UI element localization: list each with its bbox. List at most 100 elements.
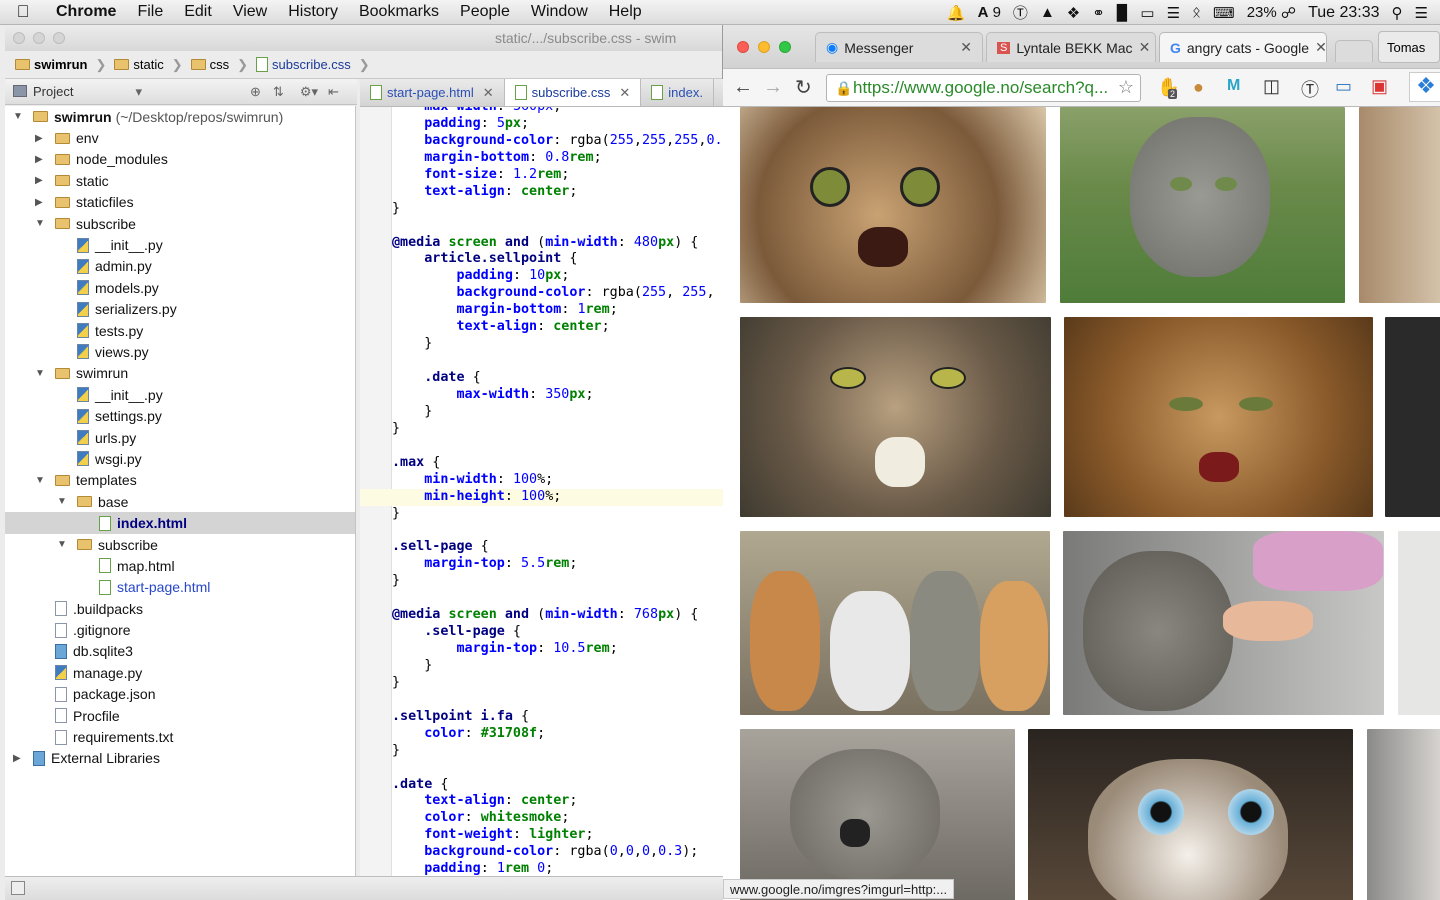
tab-angry-cats[interactable]: Gangry cats - Google ✕ xyxy=(1159,32,1327,62)
expand-arrow-icon[interactable]: ▼ xyxy=(57,496,67,507)
tab-messenger[interactable]: ◉ Messenger ✕ xyxy=(815,32,983,62)
battery-status[interactable]: 23% ☍ xyxy=(1247,4,1296,22)
address-bar[interactable]: 🔒 https://www.google.no/search?q... ☆ xyxy=(826,74,1141,102)
menu-file[interactable]: File xyxy=(127,3,174,21)
breadcrumb-file[interactable]: subscribe.css ❯ xyxy=(256,57,376,73)
tab-start-page-html[interactable]: start-page.html ✕ xyxy=(360,79,505,106)
code-line[interactable]: .sell-page { xyxy=(360,539,723,556)
collapse-icon[interactable]: ⇅ xyxy=(273,84,284,100)
menu-people[interactable]: People xyxy=(450,3,521,21)
project-view-selector[interactable]: Project xyxy=(13,84,73,99)
code-line[interactable]: max-width: 350px; xyxy=(360,387,723,404)
tree-item[interactable]: requirements.txt xyxy=(5,726,355,747)
code-line[interactable]: text-align: center; xyxy=(360,793,723,810)
tree-item[interactable]: map.html xyxy=(5,555,355,576)
code-line[interactable]: color: whitesmoke; xyxy=(360,810,723,827)
code-line[interactable]: } xyxy=(360,675,723,692)
breadcrumb-static[interactable]: static ❯ xyxy=(114,57,188,73)
apple-menu-icon[interactable]:  xyxy=(0,2,46,22)
cat-image-12[interactable] xyxy=(1367,729,1440,900)
dropdown-arrow-icon[interactable]: ▾ xyxy=(135,84,142,100)
new-tab-button[interactable] xyxy=(1335,40,1373,62)
collapse-arrow-icon[interactable]: ▶ xyxy=(13,753,21,764)
code-line[interactable]: .sellpoint i.fa { xyxy=(360,709,723,726)
close-tab-icon[interactable]: ✕ xyxy=(619,85,630,101)
code-line[interactable]: margin-top: 5.5rem; xyxy=(360,556,723,573)
code-line[interactable]: background-color: rgba(255,255,255,0.7 xyxy=(360,133,723,150)
cat-image-1[interactable] xyxy=(740,107,1046,303)
tree-item[interactable]: __init__.py xyxy=(5,384,355,405)
dropbox-icon[interactable]: ❖ xyxy=(1067,4,1080,22)
sync-icon[interactable]: ⊕ xyxy=(250,84,261,100)
code-line[interactable]: text-align: center; xyxy=(360,319,723,336)
code-line[interactable] xyxy=(360,353,723,370)
folder-icon[interactable]: ▉ xyxy=(1117,4,1129,22)
close-tab-icon[interactable]: ✕ xyxy=(1139,39,1151,56)
browser-minimize-button[interactable] xyxy=(758,41,770,53)
cat-image-4[interactable] xyxy=(740,317,1051,517)
cast-icon[interactable]: ▭ xyxy=(1335,76,1352,97)
airplay-icon[interactable]: ▭ xyxy=(1140,4,1154,22)
tree-item[interactable]: db.sqlite3 xyxy=(5,641,355,662)
zoom-button[interactable] xyxy=(53,32,65,44)
menu-app-name[interactable]: Chrome xyxy=(46,3,127,21)
code-line[interactable]: @media screen and (min-width: 768px) { xyxy=(360,607,723,624)
tree-item[interactable]: tests.py xyxy=(5,320,355,341)
menu-bookmarks[interactable]: Bookmarks xyxy=(349,3,450,21)
code-line[interactable] xyxy=(360,438,723,455)
tree-item[interactable]: wsgi.py xyxy=(5,448,355,469)
tree-item[interactable]: Procfile xyxy=(5,705,355,726)
code-line[interactable]: margin-bottom: 0.8rem; xyxy=(360,150,723,167)
tree-item[interactable]: ▼ subscribe xyxy=(5,534,355,555)
tree-item[interactable]: ▼ base xyxy=(5,491,355,512)
code-line[interactable] xyxy=(360,590,723,607)
expand-arrow-icon[interactable]: ▼ xyxy=(35,368,45,379)
tree-item[interactable]: serializers.py xyxy=(5,299,355,320)
tree-item[interactable]: start-page.html xyxy=(5,577,355,598)
code-line[interactable] xyxy=(360,692,723,709)
code-line[interactable]: color: #31708f; xyxy=(360,726,723,743)
tree-item[interactable]: views.py xyxy=(5,341,355,362)
tree-item[interactable]: settings.py xyxy=(5,405,355,426)
cat-image-10[interactable] xyxy=(740,729,1015,900)
code-line[interactable]: .max { xyxy=(360,455,723,472)
cat-image-11[interactable] xyxy=(1028,729,1353,900)
code-line[interactable]: font-weight: lighter; xyxy=(360,827,723,844)
code-line[interactable]: } xyxy=(360,743,723,760)
close-tab-icon[interactable]: ✕ xyxy=(960,39,972,56)
code-line[interactable]: article.sellpoint { xyxy=(360,251,723,268)
code-line[interactable]: max-width: 360px; xyxy=(360,107,723,116)
tree-item[interactable]: admin.py xyxy=(5,256,355,277)
code-line[interactable]: margin-bottom: 1rem; xyxy=(360,302,723,319)
code-line[interactable]: } xyxy=(360,201,723,218)
tree-item[interactable]: .gitignore xyxy=(5,619,355,640)
drive-icon[interactable]: ▲ xyxy=(1040,4,1055,21)
tree-item[interactable]: ▼ templates xyxy=(5,470,355,491)
browser-close-button[interactable] xyxy=(737,41,749,53)
code-line[interactable]: } xyxy=(360,421,723,438)
expand-arrow-icon[interactable]: ▼ xyxy=(35,218,45,229)
menu-history[interactable]: History xyxy=(278,3,349,21)
code-editor[interactable]: max-width: 360px; padding: 5px; backgrou… xyxy=(360,107,723,876)
tree-item[interactable]: manage.py xyxy=(5,662,355,683)
notification-bell-icon[interactable]: 🔔 xyxy=(947,4,966,22)
tree-item[interactable]: ▶ node_modules xyxy=(5,149,355,170)
code-content[interactable]: max-width: 360px; padding: 5px; backgrou… xyxy=(360,107,723,876)
breadcrumb-css[interactable]: css ❯ xyxy=(190,57,254,73)
code-line[interactable]: min-width: 100%; xyxy=(360,472,723,489)
tab-subscribe-css[interactable]: subscribe.css ✕ xyxy=(504,79,642,106)
adobe-icon[interactable]: A 9 xyxy=(978,4,1001,21)
code-line[interactable]: background-color: rgba(255, 255, 2 xyxy=(360,285,724,302)
code-line[interactable]: padding: 5px; xyxy=(360,116,723,133)
onepassword-ext-icon[interactable]: Ⓣ xyxy=(1301,76,1319,102)
tree-item[interactable]: ▶ External Libraries xyxy=(5,748,355,769)
keyboard-icon[interactable]: ⌨ xyxy=(1213,4,1235,22)
reload-icon[interactable]: ↻ xyxy=(795,75,812,100)
code-line[interactable]: background-color: rgba(0,0,0,0.3); xyxy=(360,844,723,861)
cat-image-9[interactable] xyxy=(1398,531,1440,715)
wifi-icon[interactable]: ☰ xyxy=(1167,4,1180,22)
code-line[interactable]: .date { xyxy=(360,777,723,794)
close-tab-icon[interactable]: ✕ xyxy=(483,85,494,101)
bluetooth-icon[interactable]: ᛟ xyxy=(1192,4,1201,21)
tree-item[interactable]: models.py xyxy=(5,277,355,298)
